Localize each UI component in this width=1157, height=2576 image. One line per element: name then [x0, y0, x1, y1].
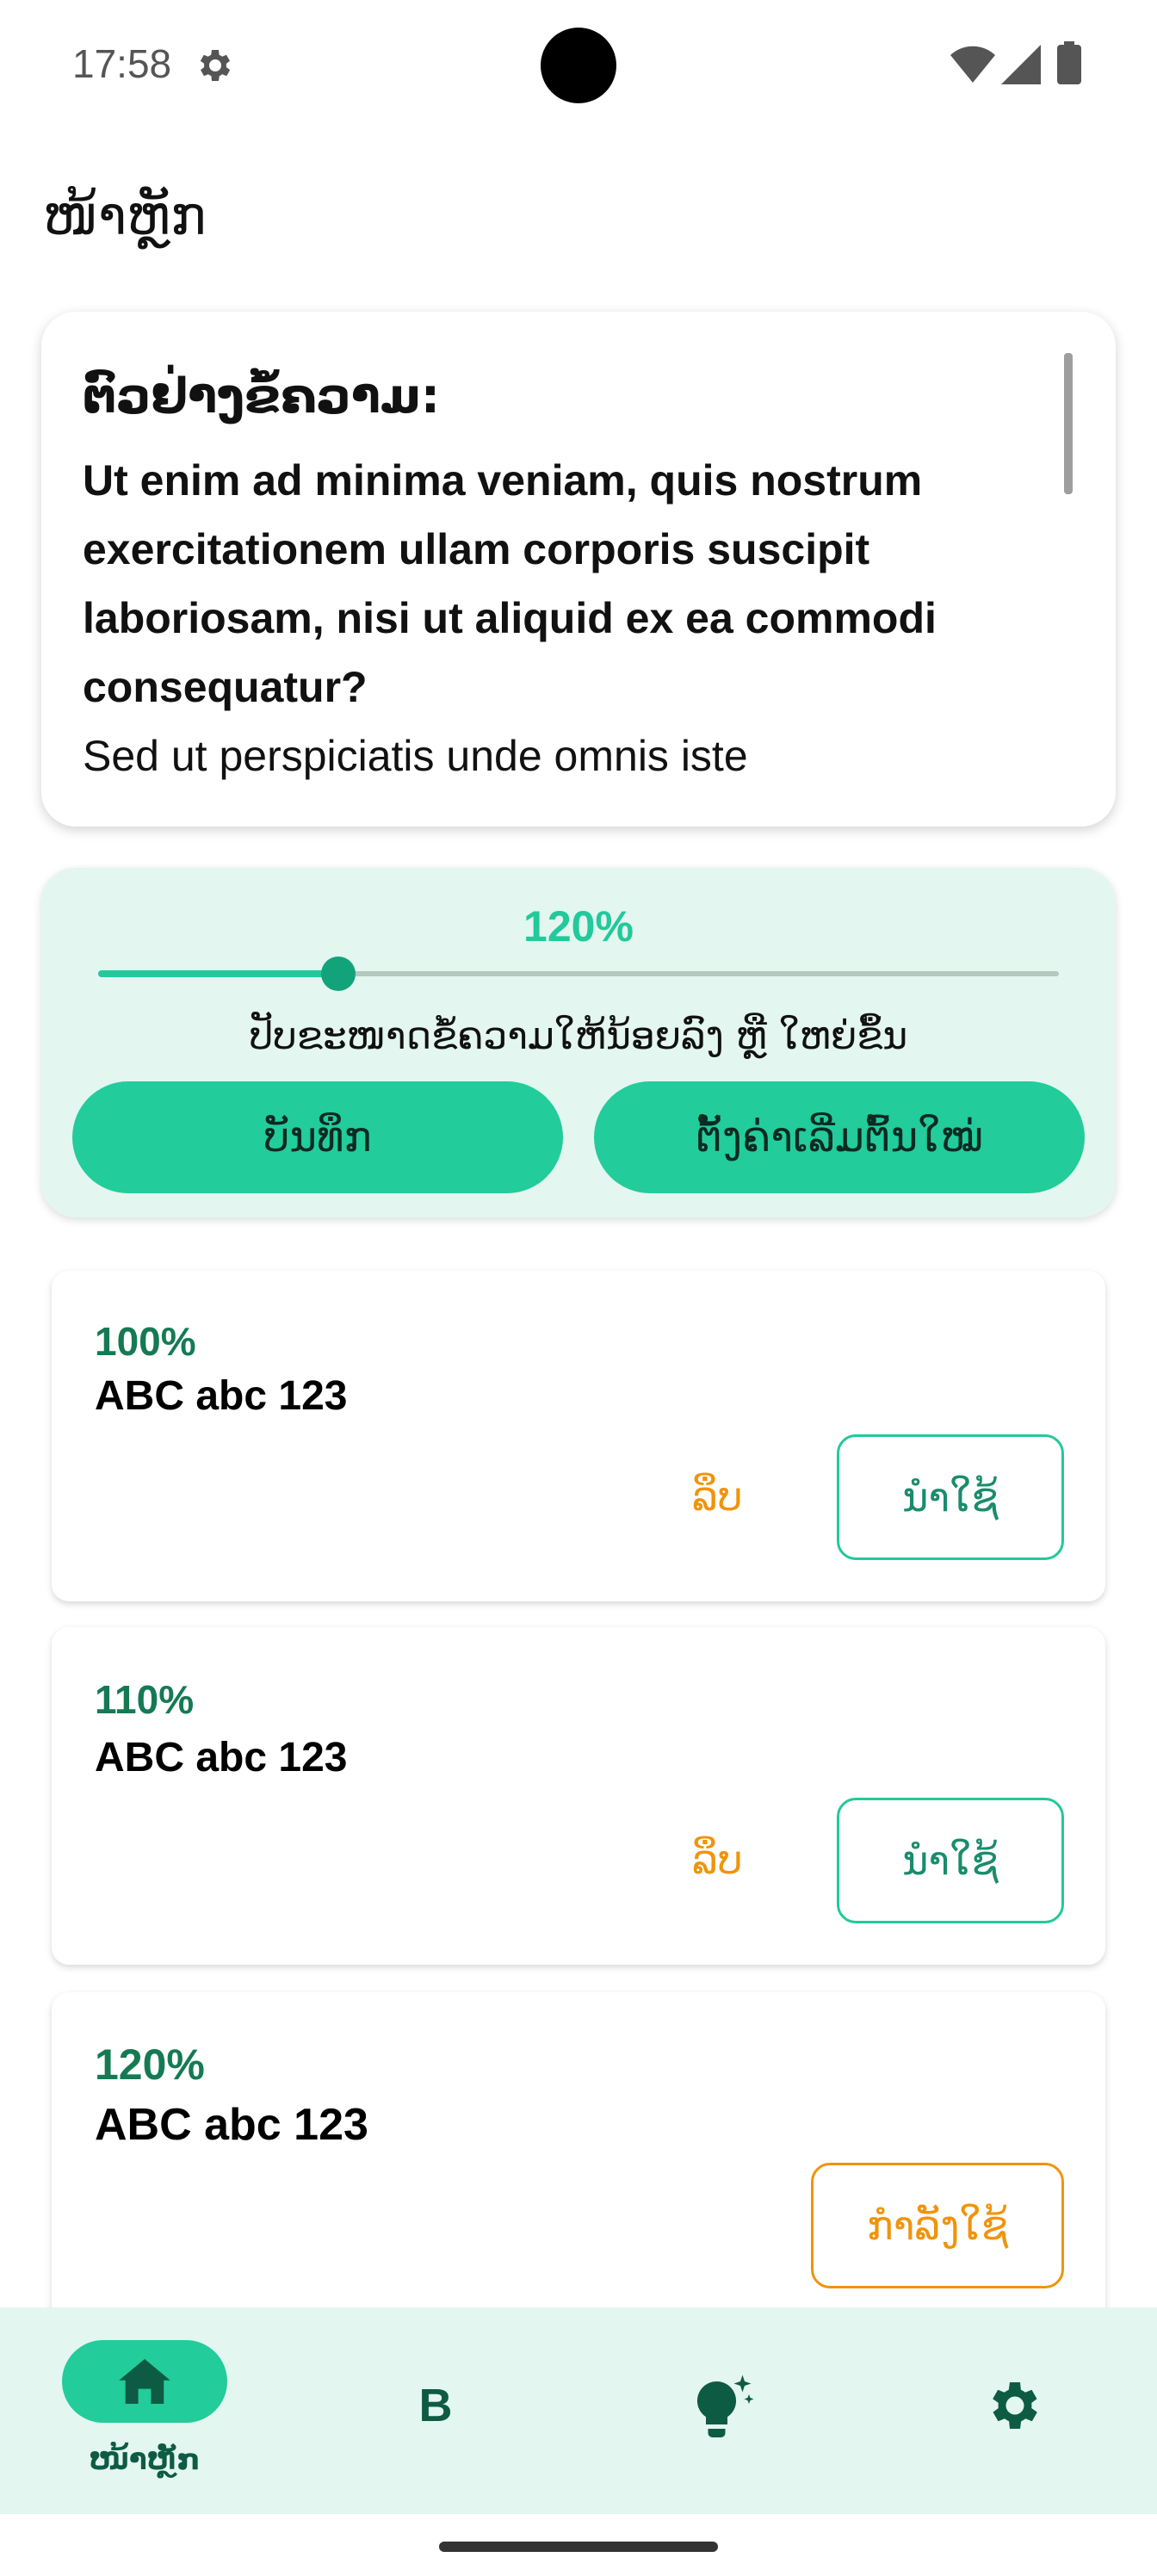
bottom-navigation: ໜ້າຫຼັກ B	[0, 2307, 1157, 2514]
preset-percent: 100%	[95, 1319, 196, 1364]
slider-fill	[98, 970, 338, 977]
text-size-panel: 120% ປັບຂະໜາດຂໍ້ຄວາມໃຫ້ນ້ອຍລົງ ຫຼື ໃຫຍ່ຂ…	[41, 868, 1116, 1217]
preview-bold-text: Ut enim ad minima veniam, quis nostrum e…	[83, 456, 937, 711]
bold-icon[interactable]: B	[410, 2380, 461, 2431]
status-time: 17:58	[72, 41, 172, 86]
preset-sample: ABC abc 123	[95, 1373, 348, 1419]
gear-icon[interactable]	[981, 2375, 1043, 2437]
preset-sample: ABC abc 123	[95, 1735, 348, 1780]
apply-button[interactable]: ນຳໃຊ້	[837, 1798, 1064, 1923]
preset-percent: 110%	[95, 1677, 195, 1722]
zoom-value: 120%	[523, 902, 634, 951]
preset-percent: 120%	[95, 2040, 205, 2089]
wifi-icon	[950, 46, 995, 83]
preview-scrollbar[interactable]	[1064, 353, 1073, 494]
delete-button[interactable]: ລຶບ	[692, 1834, 743, 1886]
text-preview-card[interactable]: ຕົວຢ່າງຂໍ້ຄວາມ: Ut enim ad minima veniam…	[41, 312, 1116, 827]
slider-hint: ປັບຂະໜາດຂໍ້ຄວາມໃຫ້ນ້ອຍລົງ ຫຼື ໃຫຍ່ຂຶ້ນ	[249, 1014, 908, 1058]
settings-status-icon	[200, 50, 231, 81]
preview-heading: ຕົວຢ່າງຂໍ້ຄວາມ:	[83, 368, 441, 424]
battery-icon	[1057, 41, 1081, 84]
save-button[interactable]: ບັນທຶກ	[72, 1081, 563, 1193]
slider-thumb[interactable]	[321, 957, 356, 991]
nav-home-label[interactable]: ໜ້າຫຼັກ	[62, 2438, 227, 2481]
lightbulb-sparkle-icon[interactable]	[689, 2373, 758, 2442]
home-indicator[interactable]	[439, 2542, 718, 2552]
signal-icon	[1001, 45, 1041, 84]
preset-card: 100% ABC abc 123 ລຶບ ນຳໃຊ້	[52, 1271, 1105, 1601]
delete-button[interactable]: ລຶບ	[692, 1471, 743, 1522]
camera-cutout	[541, 28, 616, 103]
preset-card: 110% ABC abc 123 ລຶບ ນຳໃຊ້	[52, 1627, 1105, 1965]
preview-regular-text: Sed ut perspiciatis unde omnis iste	[83, 732, 748, 780]
in-use-button[interactable]: ກຳລັງໃຊ້	[811, 2163, 1064, 2288]
page-title: ໜ້າຫຼັກ	[43, 184, 207, 247]
preset-sample: ABC abc 123	[95, 2100, 368, 2150]
home-icon	[119, 2359, 170, 2404]
preset-card-active: 120% ABC abc 123 ກຳລັງໃຊ້	[52, 1992, 1105, 2354]
reset-button[interactable]: ຕັ້ງຄ່າເລີ່ມຕົ້ນໃໝ່	[594, 1081, 1085, 1193]
apply-button[interactable]: ນຳໃຊ້	[837, 1434, 1064, 1560]
